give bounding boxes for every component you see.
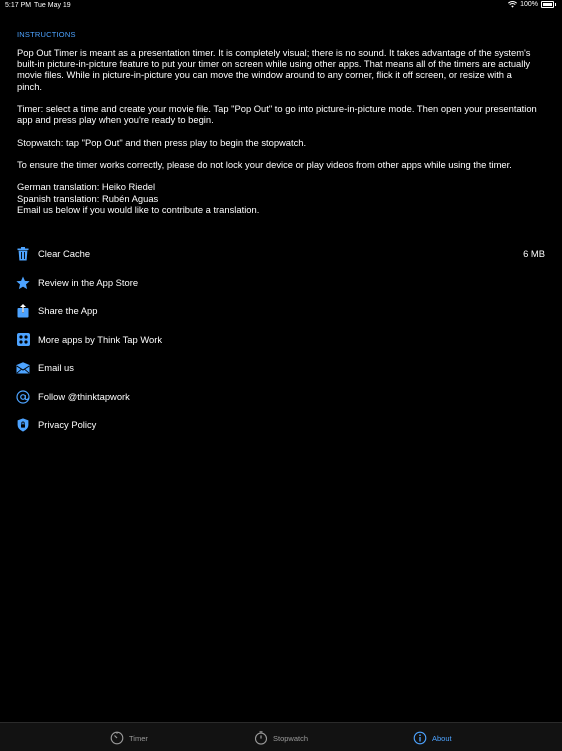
menu-item-label: Privacy Policy — [38, 419, 97, 430]
instructions-paragraph: Timer: select a time and create your mov… — [17, 103, 547, 125]
menu-item-follow[interactable]: Follow @thinktapwork — [0, 383, 562, 412]
menu-item-label: Follow @thinktapwork — [38, 390, 130, 402]
instructions-paragraph: Pop Out Timer is meant as a presentation… — [17, 47, 547, 92]
status-time: 5:17 PM — [5, 2, 32, 9]
info-icon — [413, 731, 427, 745]
instructions-line: movie files. While in picture-in-picture… — [17, 69, 512, 81]
instructions-line: Spanish translation: Rubén Aguas — [17, 192, 159, 204]
instructions-line: Timer: select a time and create your mov… — [17, 103, 537, 114]
cache-size: 6 MB — [523, 248, 545, 259]
tab-label: Stopwatch — [273, 733, 309, 743]
at-icon — [16, 389, 30, 404]
privacy-shield-icon — [16, 418, 30, 432]
instructions-line: Email us below if you would like to cont… — [17, 203, 260, 215]
menu-item-privacy[interactable]: Privacy Policy — [0, 411, 562, 440]
instructions-line: Pop Out Timer is meant as a presentation… — [17, 47, 531, 58]
menu-item-share[interactable]: Share the App — [0, 297, 562, 326]
battery-tip — [555, 3, 556, 6]
menu-item-label: More apps by Think Tap Work — [38, 333, 163, 345]
menu-item-email[interactable]: Email us — [0, 354, 562, 383]
wifi-icon — [508, 1, 518, 8]
menu-item-label: Email us — [38, 362, 74, 373]
instructions-line: To ensure the timer works correctly, ple… — [17, 158, 512, 170]
stopwatch-icon — [254, 731, 268, 745]
instructions-paragraph: To ensure the timer works correctly, ple… — [17, 159, 547, 170]
menu-item-more-apps[interactable]: More apps by Think Tap Work — [0, 326, 562, 355]
menu-item-review[interactable]: Review in the App Store — [0, 269, 562, 298]
instructions-line: German translation: Heiko Riedel — [17, 181, 156, 193]
tab-timer[interactable]: Timer — [110, 731, 148, 745]
tab-label: Timer — [129, 733, 148, 743]
trash-icon — [16, 247, 30, 261]
tab-label: About — [432, 733, 452, 743]
battery-percent: 100% — [520, 1, 538, 8]
instructions-body: Pop Out Timer is meant as a presentation… — [17, 47, 547, 226]
status-right: 100% — [508, 1, 556, 8]
instructions-paragraph: Stopwatch: tap "Pop Out" and then press … — [17, 137, 547, 148]
tab-about[interactable]: About — [413, 731, 452, 745]
tab-stopwatch[interactable]: Stopwatch — [254, 731, 308, 745]
instructions-line: built-in picture-in-picture feature to p… — [17, 58, 531, 70]
menu-item-label: Review in the App Store — [38, 276, 139, 288]
apps-icon — [16, 333, 30, 347]
timer-icon — [110, 731, 124, 745]
battery-icon — [541, 1, 554, 8]
star-icon — [16, 276, 30, 290]
instructions-paragraph: German translation: Heiko Riedel Spanish… — [17, 181, 547, 215]
instructions-line: pinch. — [17, 80, 43, 92]
mail-icon — [16, 361, 30, 375]
menu-item-clear-cache[interactable]: Clear Cache 6 MB — [0, 240, 562, 269]
tab-bar: Timer Stopwatch About — [0, 722, 562, 751]
share-icon — [16, 304, 30, 318]
status-bar: 5:17 PM Tue May 19 100% — [0, 0, 562, 12]
status-date: Tue May 19 — [34, 2, 71, 9]
menu-item-label: Share the App — [38, 305, 98, 316]
instructions-line: app and press play when you're ready to … — [17, 114, 214, 126]
instructions-header: INSTRUCTIONS — [17, 30, 76, 39]
menu-item-label: Clear Cache — [38, 248, 91, 259]
instructions-line: Stopwatch: tap "Pop Out" and then press … — [17, 136, 307, 148]
about-menu: Clear Cache 6 MB Review in the App Store… — [0, 240, 562, 440]
